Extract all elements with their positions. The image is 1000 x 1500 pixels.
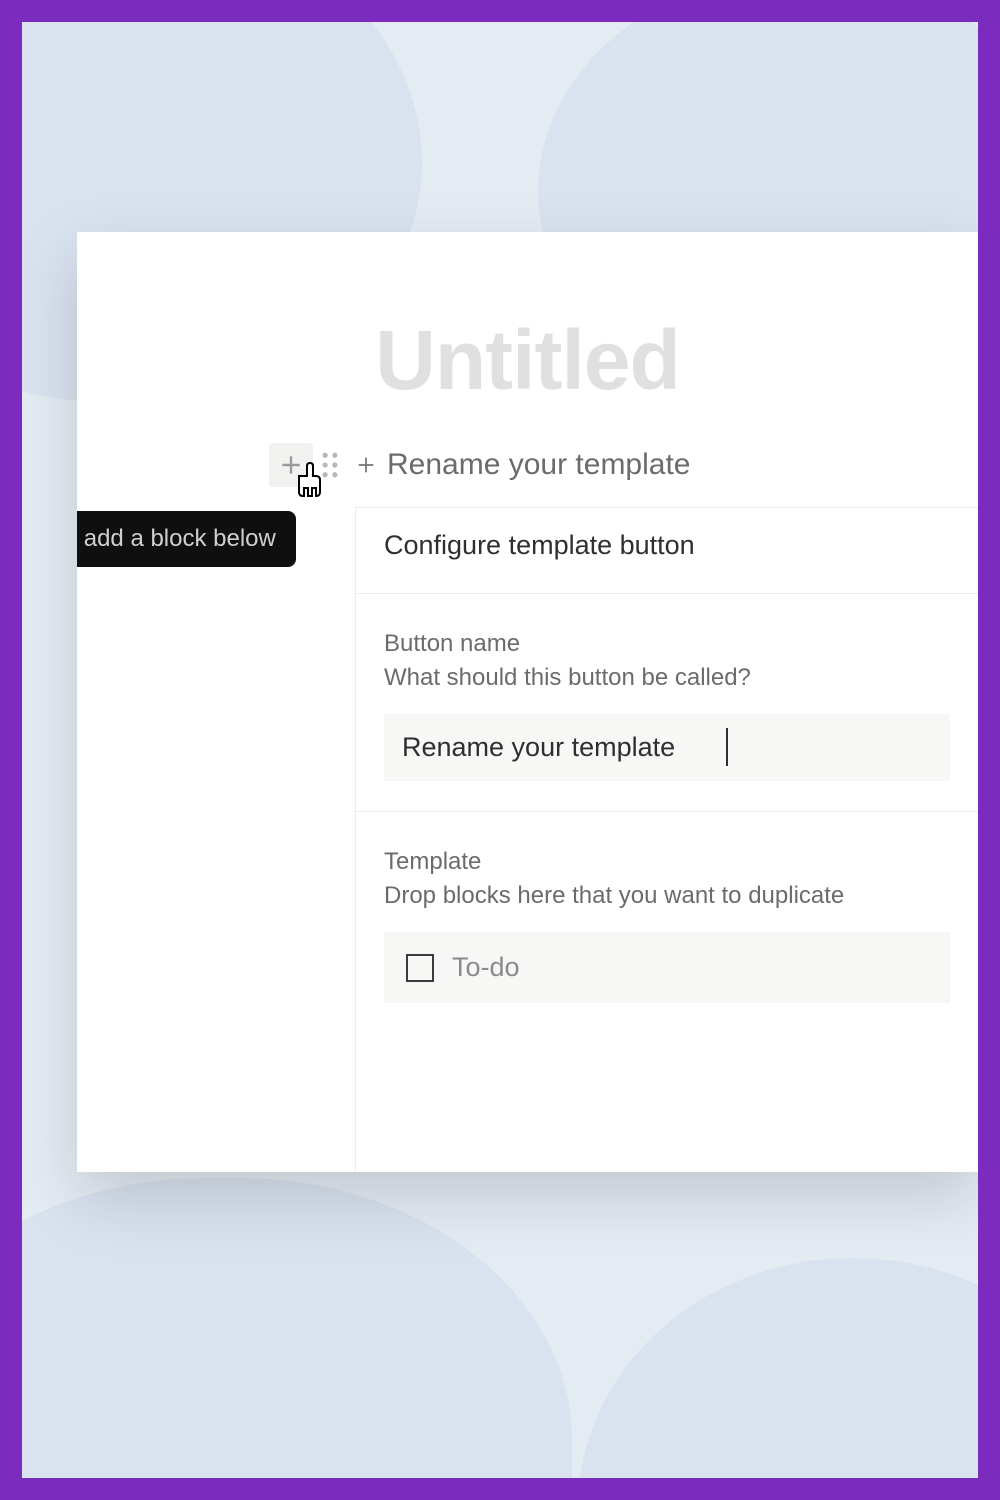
button-name-description: What should this button be called? <box>384 664 950 692</box>
editor-page: Untitled Rename your template Click to a… <box>77 232 978 1172</box>
template-button-label: Rename your template <box>387 448 691 482</box>
button-name-section: Button name What should this button be c… <box>356 594 978 812</box>
add-block-tooltip: Click to add a block below <box>77 511 296 567</box>
button-name-label: Button name <box>384 630 950 658</box>
template-section: Template Drop blocks here that you want … <box>356 812 978 1033</box>
template-button[interactable]: Rename your template <box>355 448 691 482</box>
template-description: Drop blocks here that you want to duplic… <box>384 882 950 910</box>
text-caret <box>726 728 728 766</box>
template-button-block: Rename your template Click to add a bloc… <box>77 443 978 487</box>
pointer-cursor-icon <box>291 458 327 503</box>
panel-heading: Configure template button <box>356 508 978 594</box>
checkbox-icon[interactable] <box>406 954 434 982</box>
configure-panel: Configure template button Button name Wh… <box>355 507 978 1172</box>
tooltip-text: to add a block below <box>77 525 276 552</box>
todo-label: To-do <box>452 952 520 983</box>
template-label: Template <box>384 848 950 876</box>
button-name-input[interactable] <box>384 714 950 781</box>
plus-icon <box>355 454 377 476</box>
page-title[interactable]: Untitled <box>77 312 978 409</box>
template-drop-zone[interactable]: To-do <box>384 932 950 1003</box>
